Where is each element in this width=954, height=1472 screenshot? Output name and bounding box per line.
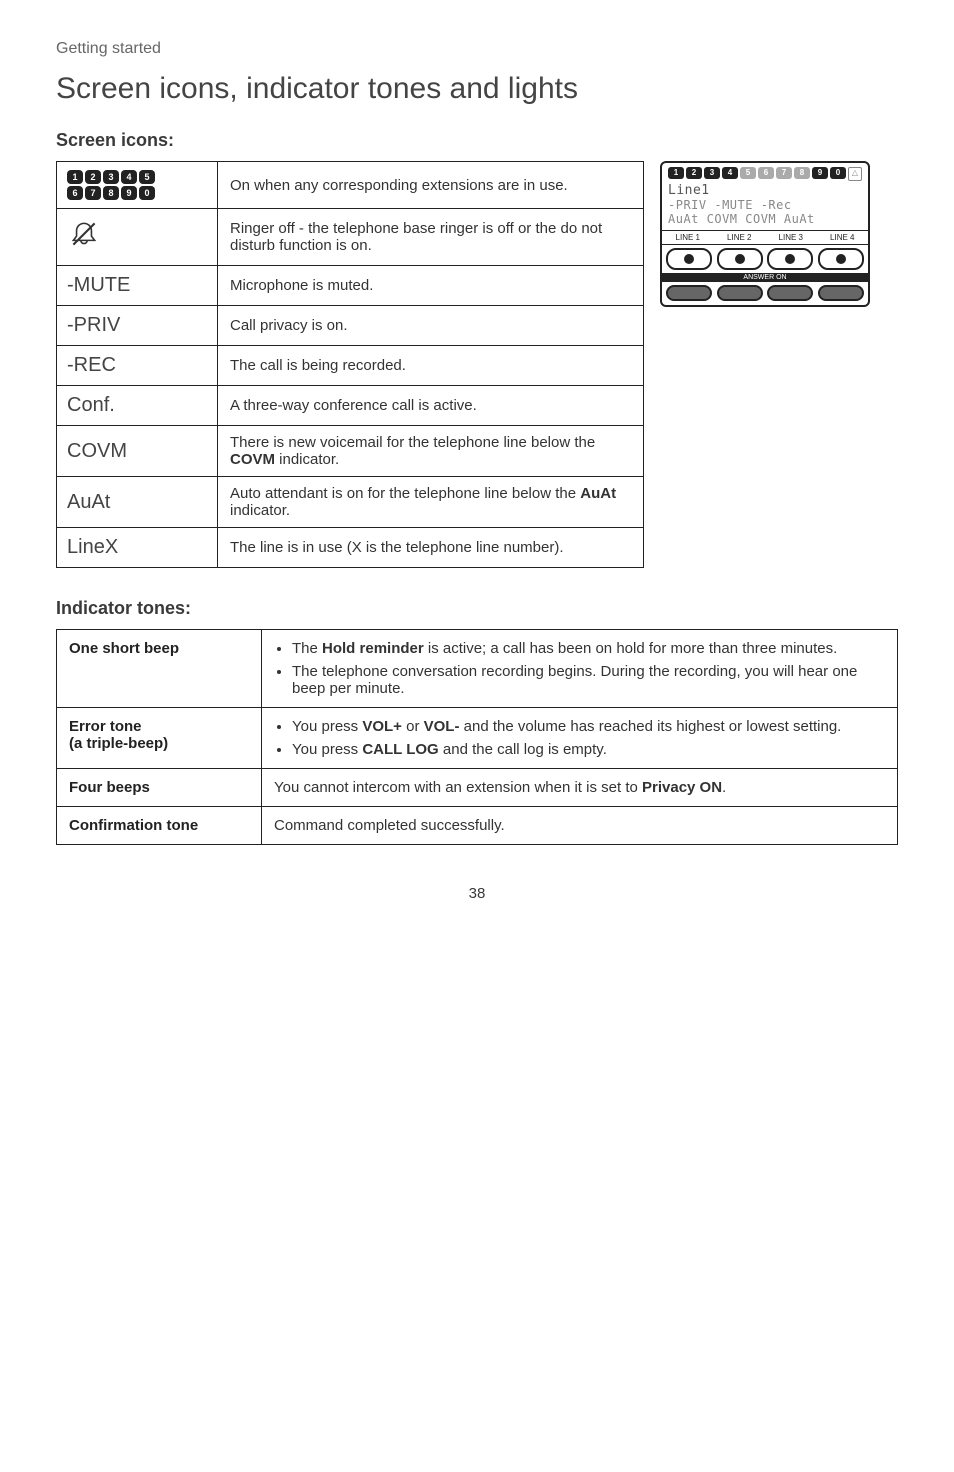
icon-description: Microphone is muted. <box>218 266 644 306</box>
line-button <box>818 248 864 270</box>
page-title: Screen icons, indicator tones and lights <box>56 72 898 106</box>
icon-description: The call is being recorded. <box>218 346 644 386</box>
line-button <box>717 248 763 270</box>
tone-name: Four beeps <box>57 769 262 807</box>
line-label: LINE 2 <box>714 231 766 244</box>
icon-key: -MUTE <box>57 266 218 306</box>
tone-item: The Hold reminder is active; a call has … <box>292 640 885 657</box>
lcd-ext-pill: 3 <box>704 167 720 179</box>
tone-item: You press CALL LOG and the call log is e… <box>292 741 885 758</box>
indicator-tones-heading: Indicator tones: <box>56 598 898 619</box>
page-number: 38 <box>0 885 954 902</box>
icon-description: Ringer off - the telephone base ringer i… <box>218 209 644 266</box>
lcd-ext-pill: 6 <box>758 167 774 179</box>
icon-description: On when any corresponding extensions are… <box>218 162 644 209</box>
answer-on-bar: ANSWER ON <box>662 273 868 282</box>
lcd-ext-pill: 2 <box>686 167 702 179</box>
icon-key: Conf. <box>57 386 218 426</box>
lcd-ext-pill: 1 <box>668 167 684 179</box>
ringer-off-icon <box>67 234 101 256</box>
line-label: LINE 1 <box>662 231 714 244</box>
icon-key: 1234567890 <box>57 162 218 209</box>
phone-display-illustration: 1234567890△ Line1 -PRIV -MUTE -Rec AuAt … <box>660 161 870 307</box>
screen-icons-heading: Screen icons: <box>56 130 898 151</box>
bottom-button <box>717 285 763 301</box>
line-button-row <box>662 244 868 273</box>
lcd-ext-pill: 0 <box>830 167 846 179</box>
line-label: LINE 3 <box>765 231 817 244</box>
lcd-flags2: AuAt COVM COVM AuAt <box>668 212 862 226</box>
extensions-icon: 1234567890 <box>67 170 207 200</box>
tone-item: The telephone conversation recording beg… <box>292 663 885 697</box>
lcd-ext-pill: 7 <box>776 167 792 179</box>
lcd-ext-pill: 4 <box>722 167 738 179</box>
lcd-bell-icon: △ <box>848 167 862 181</box>
lcd-line1: Line1 <box>668 183 862 198</box>
line-button <box>767 248 813 270</box>
icon-key: LineX <box>57 528 218 568</box>
indicator-tones-table: One short beep The Hold reminder is activ… <box>56 629 898 845</box>
icon-description: The line is in use (X is the telephone l… <box>218 528 644 568</box>
icon-description: A three-way conference call is active. <box>218 386 644 426</box>
tone-name: Confirmation tone <box>57 807 262 845</box>
tone-description: The Hold reminder is active; a call has … <box>262 630 898 708</box>
line-label: LINE 4 <box>817 231 869 244</box>
tone-description: Command completed successfully. <box>262 807 898 845</box>
tone-name: One short beep <box>57 630 262 708</box>
bottom-button <box>666 285 712 301</box>
tone-description: You cannot intercom with an extension wh… <box>262 769 898 807</box>
lcd-ext-pill: 9 <box>812 167 828 179</box>
bottom-button <box>818 285 864 301</box>
icon-key <box>57 209 218 266</box>
icon-key: AuAt <box>57 477 218 528</box>
bottom-button <box>767 285 813 301</box>
icon-key: -REC <box>57 346 218 386</box>
top-breadcrumb: Getting started <box>56 40 898 58</box>
screen-icons-table: 1234567890 On when any corresponding exte… <box>56 161 644 568</box>
icon-key: COVM <box>57 426 218 477</box>
icon-description: There is new voicemail for the telephone… <box>218 426 644 477</box>
icon-description: Call privacy is on. <box>218 306 644 346</box>
lcd-ext-pill: 5 <box>740 167 756 179</box>
lcd-flags1: -PRIV -MUTE -Rec <box>668 198 862 212</box>
tone-name: Error tone (a triple-beep) <box>57 708 262 769</box>
lcd-ext-pill: 8 <box>794 167 810 179</box>
line-button <box>666 248 712 270</box>
icon-key: -PRIV <box>57 306 218 346</box>
bottom-button-row <box>662 282 868 305</box>
icon-description: Auto attendant is on for the telephone l… <box>218 477 644 528</box>
tone-description: You press VOL+ or VOL- and the volume ha… <box>262 708 898 769</box>
tone-item: You press VOL+ or VOL- and the volume ha… <box>292 718 885 735</box>
